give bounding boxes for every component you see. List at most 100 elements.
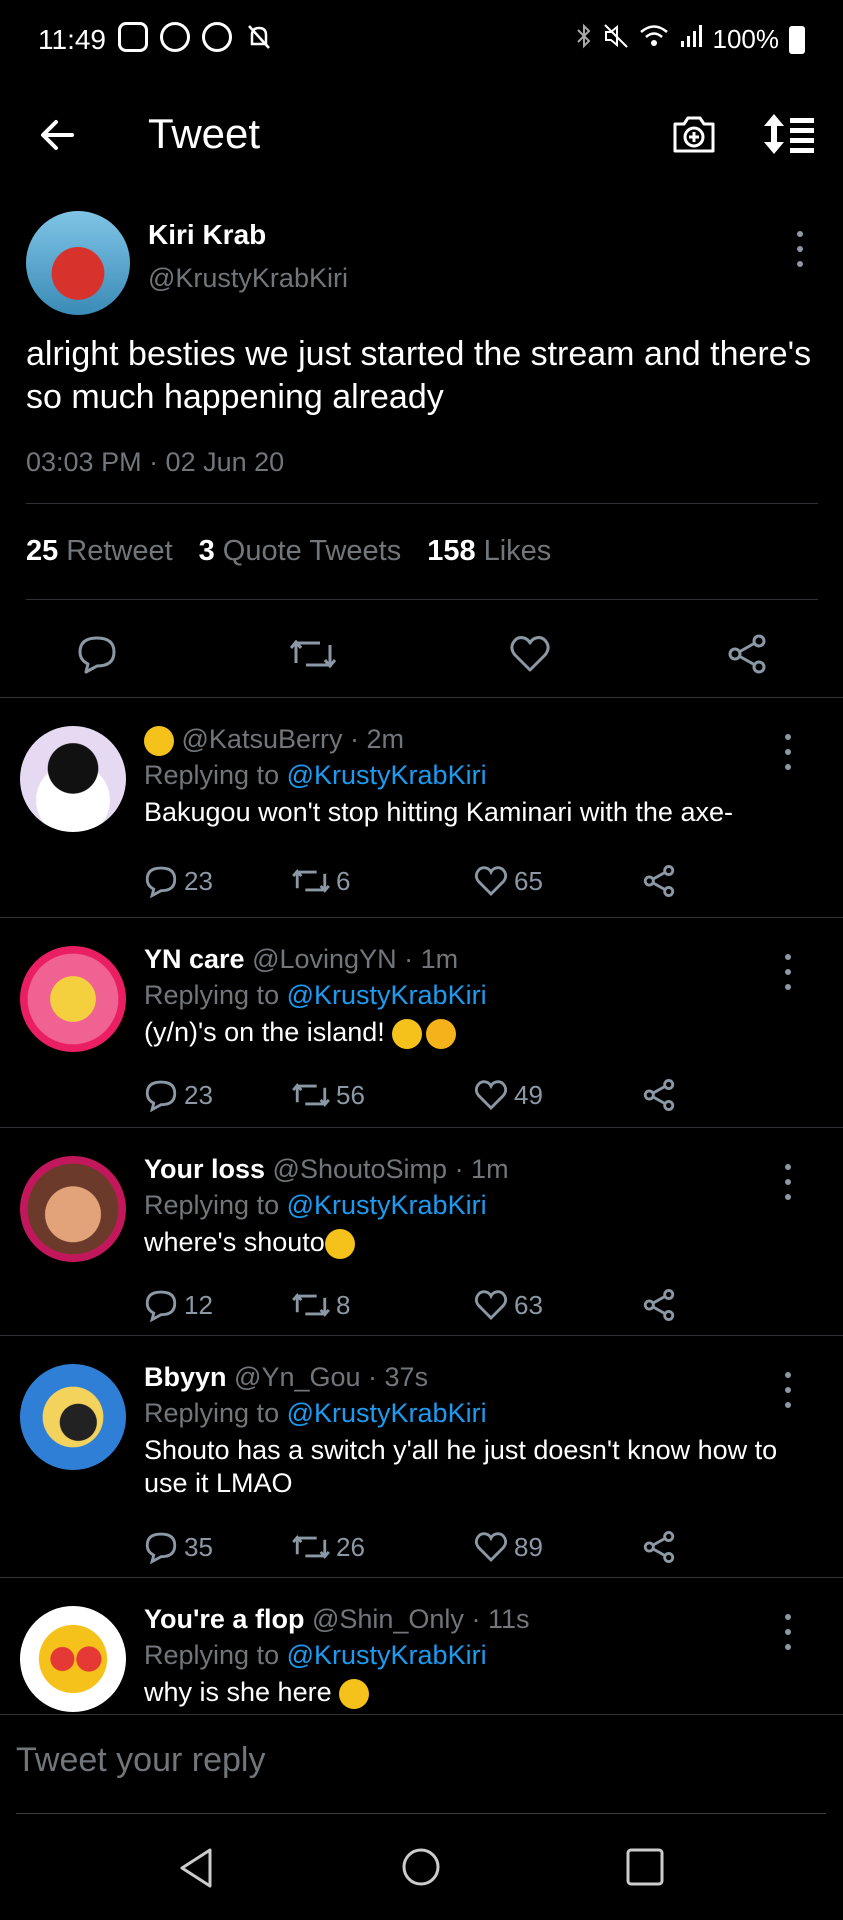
battery-percent: 100% (712, 24, 780, 54)
divider (26, 503, 818, 504)
mention-link[interactable]: @KrustyKrabKiri (287, 980, 487, 1010)
reply-tweet[interactable]: You're a flop @Shin_Only · 11s Replying … (0, 1577, 843, 1715)
reply-button[interactable]: 23 (144, 864, 213, 898)
reply-button[interactable]: 12 (144, 1288, 213, 1322)
reply-text-row: (y/n)'s on the island! (144, 1016, 804, 1049)
like-button[interactable]: 89 (474, 1530, 543, 1564)
nav-recents-icon[interactable] (624, 1846, 666, 1893)
reply-time: · 1m (454, 1154, 509, 1184)
more-vertical-icon[interactable] (795, 231, 805, 267)
reply-text-row: why is she here (144, 1676, 804, 1709)
more-vertical-icon[interactable] (783, 1614, 793, 1650)
share-icon[interactable] (642, 1530, 676, 1564)
reply-handle[interactable]: @LovingYN (252, 944, 396, 974)
reply-actions: 35 26 89 (144, 1530, 704, 1570)
reply-name[interactable]: YN care (144, 944, 245, 974)
reply-time: · 2m (350, 724, 404, 754)
reply-handle[interactable]: @KatsuBerry (182, 724, 343, 754)
reply-tweet[interactable]: Your loss @ShoutoSimp · 1m Replying to @… (0, 1127, 843, 1336)
like-button[interactable]: 65 (474, 864, 543, 898)
retweet-button[interactable]: 56 (292, 1078, 365, 1112)
reply-text: Shouto has a switch y'all he just doesn'… (144, 1435, 778, 1498)
tweet-text: alright besties we just started the stre… (26, 335, 812, 416)
reply-tweet[interactable]: Bbyyn @Yn_Gou · 37s Replying to @KrustyK… (0, 1335, 843, 1578)
top-app-bar: Tweet (0, 92, 843, 182)
reply-tweet[interactable]: YN care @LovingYN · 1m Replying to @Krus… (0, 917, 843, 1128)
mute-icon (603, 23, 629, 56)
reply-actions: 12 8 63 (144, 1288, 704, 1328)
likes-stat[interactable]: 158 Likes (427, 535, 551, 568)
author-handle[interactable]: @KrustyKrabKiri (148, 263, 348, 294)
share-icon[interactable] (642, 864, 676, 898)
reply-name[interactable]: Bbyyn (144, 1362, 227, 1392)
reply-header: Bbyyn @Yn_Gou · 37s (144, 1362, 428, 1393)
share-icon[interactable] (642, 1078, 676, 1112)
unamused-face-emoji (339, 1678, 370, 1709)
mention-link[interactable]: @KrustyKrabKiri (287, 1190, 487, 1220)
mention-link[interactable]: @KrustyKrabKiri (287, 760, 487, 790)
reply-input[interactable]: Tweet your reply (16, 1741, 265, 1780)
status-notification-icons (118, 22, 274, 52)
reply-name[interactable]: Your loss (144, 1154, 265, 1184)
reply-actions: 23 56 49 (144, 1078, 704, 1118)
smiling-face-with-hearts-emoji (426, 1018, 457, 1049)
avatar[interactable] (20, 1364, 126, 1470)
heart-icon[interactable] (509, 633, 551, 680)
reply-time: · 11s (471, 1604, 530, 1634)
instagram-icon (118, 22, 148, 52)
avatar[interactable] (20, 726, 126, 832)
reply-icon[interactable] (76, 633, 118, 680)
replying-to: Replying to @KrustyKrabKiri (144, 1398, 487, 1428)
mention-link[interactable]: @KrustyKrabKiri (287, 1640, 487, 1670)
page-title: Tweet (148, 110, 261, 157)
more-vertical-icon[interactable] (783, 1164, 793, 1200)
woozy-face-emoji (144, 725, 174, 756)
reply-time: · 1m (404, 944, 459, 974)
retweet-button[interactable]: 6 (292, 864, 350, 898)
reply-handle[interactable]: @ShoutoSimp (273, 1154, 448, 1184)
more-vertical-icon[interactable] (783, 734, 793, 770)
reply-header: Your loss @ShoutoSimp · 1m (144, 1154, 509, 1185)
status-time: 11:49 (38, 24, 106, 55)
divider (26, 599, 818, 600)
frowning-face-emoji (324, 1228, 355, 1259)
reply-handle[interactable]: @Shin_Only (312, 1604, 464, 1634)
retweet-stat[interactable]: 25 Retweet (26, 535, 173, 568)
quote-stat[interactable]: 3 Quote Tweets (199, 535, 402, 568)
more-vertical-icon[interactable] (783, 1372, 793, 1408)
share-icon[interactable] (642, 1288, 676, 1322)
back-arrow-icon[interactable] (34, 110, 84, 160)
battery-icon (789, 25, 805, 54)
retweet-button[interactable]: 26 (292, 1530, 365, 1564)
reply-tweet[interactable]: @KatsuBerry · 2m Replying to @KrustyKrab… (0, 697, 843, 918)
camera-plus-icon[interactable] (670, 110, 718, 158)
reply-actions: 23 6 65 (144, 864, 704, 904)
avatar[interactable] (20, 1156, 126, 1262)
more-vertical-icon[interactable] (783, 954, 793, 990)
reply-name[interactable]: You're a flop (144, 1604, 304, 1634)
tweet-timestamp: 03:03 PM · 02 Jun 20 (26, 447, 285, 477)
mention-link[interactable]: @KrustyKrabKiri (287, 1398, 487, 1428)
author-name[interactable]: Kiri Krab (148, 219, 266, 251)
sort-icon[interactable] (762, 110, 818, 158)
reply-text-row: where's shouto (144, 1226, 804, 1259)
reply-handle[interactable]: @Yn_Gou (234, 1362, 360, 1392)
avatar[interactable] (26, 211, 130, 315)
replying-to: Replying to @KrustyKrabKiri (144, 1640, 487, 1670)
avatar[interactable] (20, 1606, 126, 1712)
nav-home-icon[interactable] (400, 1846, 442, 1893)
like-button[interactable]: 63 (474, 1288, 543, 1322)
retweet-icon[interactable] (289, 633, 337, 680)
reply-text: (y/n)'s on the island! (144, 1017, 385, 1047)
nav-back-icon[interactable] (176, 1846, 216, 1895)
like-button[interactable]: 49 (474, 1078, 543, 1112)
reply-composer[interactable]: Tweet your reply (0, 1714, 843, 1815)
avatar[interactable] (20, 946, 126, 1052)
replying-to: Replying to @KrustyKrabKiri (144, 1190, 487, 1220)
share-icon[interactable] (726, 633, 768, 680)
reply-header: You're a flop @Shin_Only · 11s (144, 1604, 529, 1635)
reply-text: why is she here (144, 1677, 332, 1707)
retweet-button[interactable]: 8 (292, 1288, 350, 1322)
reply-button[interactable]: 23 (144, 1078, 213, 1112)
reply-button[interactable]: 35 (144, 1530, 213, 1564)
